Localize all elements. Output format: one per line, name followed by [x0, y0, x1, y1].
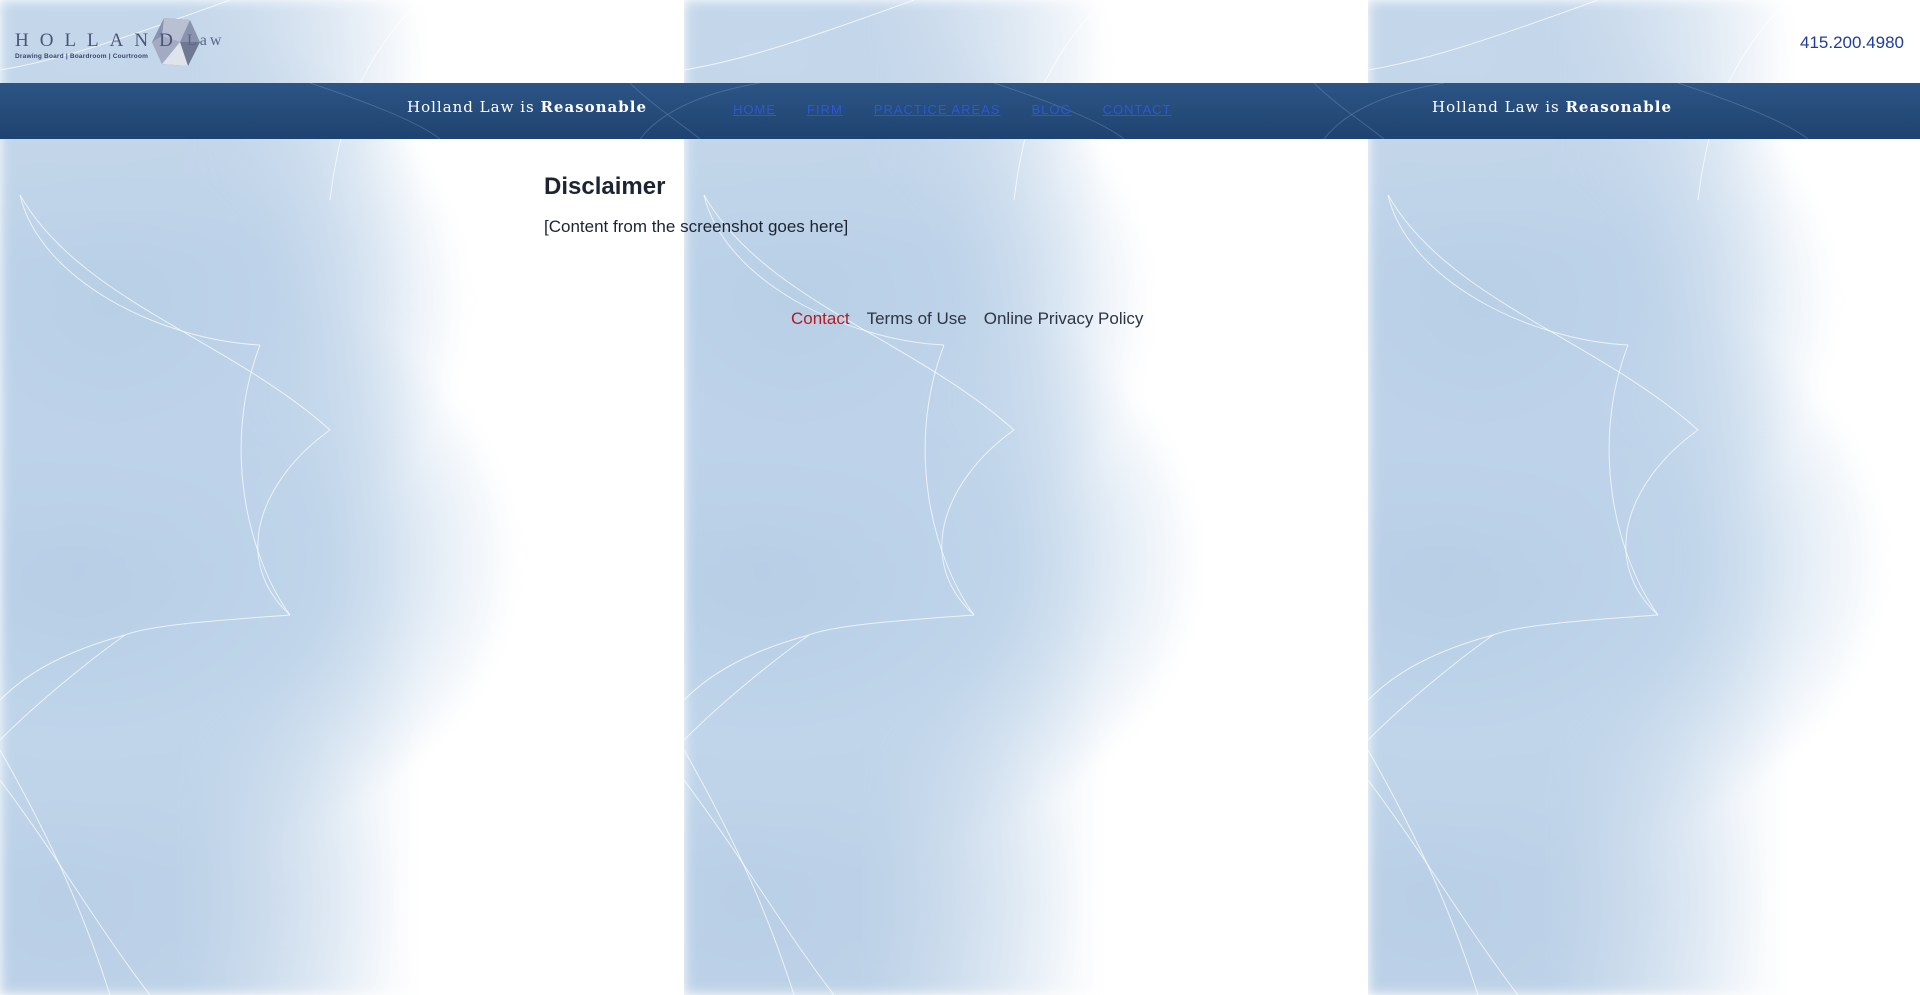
logo-suffix: Law	[187, 32, 225, 49]
logo-wordmark: HOLLAND	[15, 30, 184, 51]
background-tile	[0, 0, 684, 995]
footer-link-privacy-policy[interactable]: Online Privacy Policy	[984, 309, 1144, 329]
page-title: Disclaimer	[544, 173, 666, 200]
nav-bar: Holland Law is Reasonable HOME FIRM PRAC…	[0, 83, 1920, 139]
nav-item-home[interactable]: HOME	[733, 102, 776, 117]
nav-item-blog[interactable]: BLOG	[1031, 102, 1071, 117]
main-content: Disclaimer [Content from the screenshot …	[544, 173, 848, 237]
banner-tagline: Holland Law is Reasonable	[1432, 98, 1673, 116]
page-body: [Content from the screenshot goes here]	[544, 217, 849, 236]
nav-item-practice-areas[interactable]: PRACTICE AREAS	[874, 102, 1001, 117]
page: HOLLAND Law Drawing Board | Boardroom | …	[0, 0, 1920, 995]
footer-links: Contact Terms of Use Online Privacy Poli…	[791, 309, 1143, 329]
main-nav: HOME FIRM PRACTICE AREAS BLOG CONTACT	[733, 102, 1171, 117]
banner-tagline: Holland Law is Reasonable	[407, 98, 648, 116]
background-tile	[1368, 0, 1920, 995]
background-tile	[684, 0, 1368, 995]
logo-tagline: Drawing Board | Boardroom | Courtroom	[15, 53, 149, 60]
nav-item-firm[interactable]: FIRM	[807, 102, 843, 117]
site-logo[interactable]: HOLLAND Law Drawing Board | Boardroom | …	[15, 14, 230, 70]
nav-item-contact[interactable]: CONTACT	[1103, 102, 1172, 117]
site-header: HOLLAND Law Drawing Board | Boardroom | …	[0, 0, 1920, 83]
footer-link-contact[interactable]: Contact	[791, 309, 850, 329]
phone-link[interactable]: 415.200.4980	[1800, 33, 1904, 53]
footer-link-terms-of-use[interactable]: Terms of Use	[867, 309, 967, 329]
